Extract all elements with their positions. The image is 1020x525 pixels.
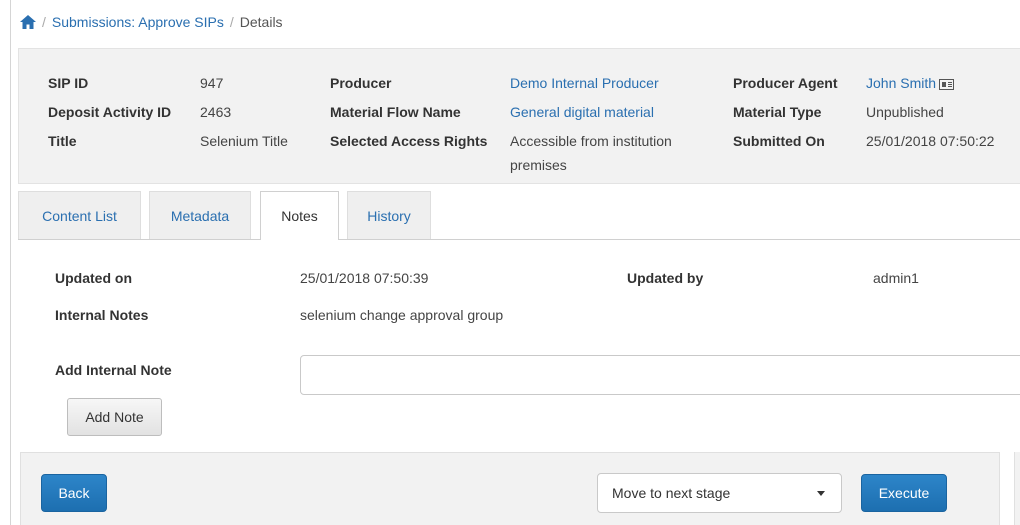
submitted-on-value: 25/01/2018 07:50:22 (866, 133, 995, 149)
home-icon[interactable] (20, 15, 36, 29)
add-internal-note-label: Add Internal Note (55, 362, 172, 378)
add-note-button[interactable]: Add Note (67, 398, 162, 436)
access-rights-value-line1: Accessible from institution (510, 133, 672, 149)
material-flow-link[interactable]: General digital material (510, 104, 654, 120)
producer-agent-label: Producer Agent (733, 75, 838, 91)
material-flow-name-label: Material Flow Name (330, 104, 461, 120)
contact-card-icon[interactable] (939, 79, 955, 90)
tab-history[interactable]: History (347, 191, 431, 239)
producer-label: Producer (330, 75, 392, 91)
internal-notes-label: Internal Notes (55, 307, 149, 323)
right-panel-edge (1014, 452, 1020, 525)
access-rights-label: Selected Access Rights (330, 133, 488, 149)
tab-metadata[interactable]: Metadata (149, 191, 251, 239)
stage-select-value: Move to next stage (612, 485, 731, 501)
breadcrumb-current: Details (239, 14, 283, 30)
producer-agent-name: John Smith (866, 75, 937, 91)
sip-id-label: SIP ID (48, 75, 89, 91)
title-value: Selenium Title (200, 133, 288, 149)
breadcrumb-separator: / (229, 14, 234, 30)
updated-on-value: 25/01/2018 07:50:39 (300, 270, 429, 286)
title-label: Title (48, 133, 77, 149)
material-type-label: Material Type (733, 104, 822, 120)
tab-notes[interactable]: Notes (260, 191, 339, 240)
add-internal-note-input[interactable] (300, 355, 1020, 395)
action-bar (20, 452, 1000, 525)
access-rights-value-line2: premises (510, 157, 567, 173)
material-type-value: Unpublished (866, 104, 944, 120)
updated-by-value: admin1 (873, 270, 919, 286)
sip-info-panel: SIP ID 947 Deposit Activity ID 2463 Titl… (18, 48, 1020, 184)
producer-link[interactable]: Demo Internal Producer (510, 75, 659, 91)
execute-button[interactable]: Execute (861, 474, 947, 512)
caret-down-icon (817, 491, 825, 496)
tab-bar: Content List Metadata Notes History (18, 191, 1020, 240)
submitted-on-label: Submitted On (733, 133, 825, 149)
sip-id-value: 947 (200, 75, 224, 91)
deposit-activity-id-label: Deposit Activity ID (48, 104, 172, 120)
breadcrumb: / Submissions: Approve SIPs / Details (20, 12, 283, 32)
deposit-activity-id-value: 2463 (200, 104, 232, 120)
breadcrumb-link-submissions[interactable]: Submissions: Approve SIPs (52, 14, 224, 30)
breadcrumb-separator: / (42, 14, 46, 30)
stage-select[interactable]: Move to next stage (597, 473, 842, 513)
internal-notes-value: selenium change approval group (300, 307, 504, 323)
back-button[interactable]: Back (41, 474, 107, 512)
updated-by-label: Updated by (627, 270, 704, 286)
tab-content-list[interactable]: Content List (18, 191, 141, 239)
updated-on-label: Updated on (55, 270, 132, 286)
producer-agent-link[interactable]: John Smith (866, 75, 955, 91)
